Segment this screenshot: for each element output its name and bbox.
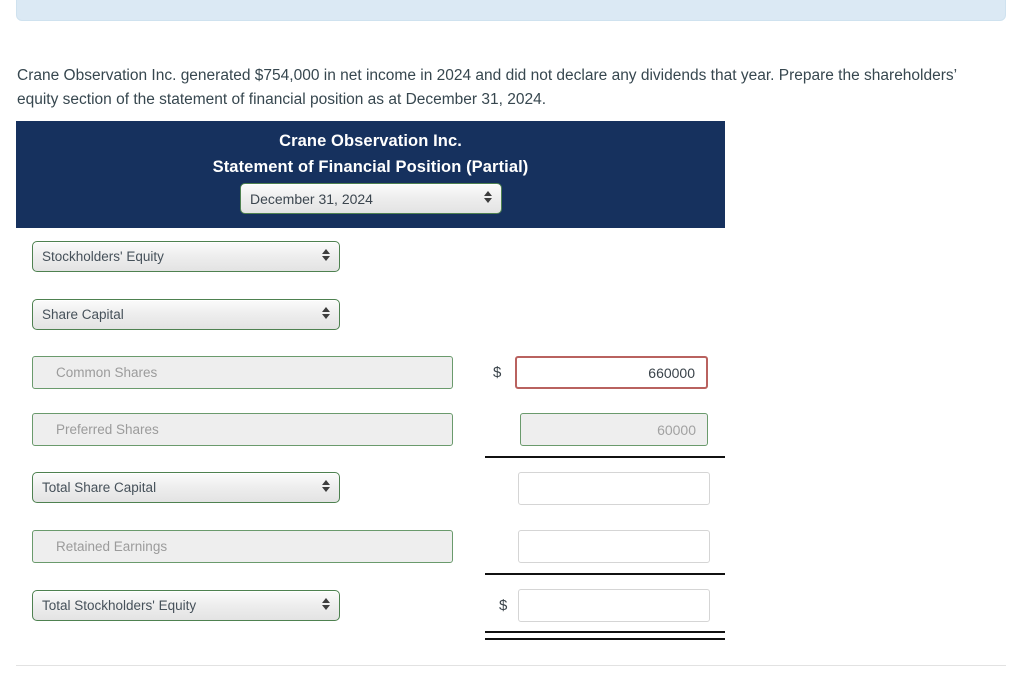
value-input-total-stockholders-equity[interactable] <box>518 589 710 622</box>
row-account-common-shares: Common Shares <box>32 356 453 389</box>
spinner-arrows-icon <box>321 306 330 323</box>
value-input-retained-earnings[interactable] <box>518 530 710 563</box>
question-prompt: Crane Observation Inc. generated $754,00… <box>17 66 957 108</box>
row-account-label: Common Shares <box>56 365 158 380</box>
section-divider <box>16 665 1006 666</box>
grand-total-double-rule <box>485 631 725 640</box>
currency-symbol: $ <box>493 364 502 381</box>
spinner-arrows-icon <box>321 479 330 496</box>
row-select-label: Share Capital <box>42 307 124 322</box>
statement-header-banner: Crane Observation Inc. Statement of Fina… <box>16 121 725 228</box>
row-select-label: Total Stockholders' Equity <box>42 598 197 613</box>
row-select-label: Total Share Capital <box>42 480 157 495</box>
value-input-text: 660000 <box>648 364 695 381</box>
statement-date-select-value: December 31, 2024 <box>250 190 373 207</box>
row-select-share-capital[interactable]: Share Capital <box>32 299 340 330</box>
row-account-label: Retained Earnings <box>56 539 168 554</box>
statement-date-select[interactable]: December 31, 2024 <box>240 183 502 214</box>
subtotal-rule-share-capital <box>485 456 725 458</box>
row-account-label: Preferred Shares <box>56 422 159 437</box>
report-title: Statement of Financial Position (Partial… <box>212 158 529 176</box>
row-account-preferred-shares: Preferred Shares <box>32 413 453 446</box>
value-input-common-shares[interactable]: 660000 <box>515 356 708 389</box>
value-input-preferred-shares: 60000 <box>520 413 708 446</box>
value-input-text: 60000 <box>657 421 696 438</box>
spinner-arrows-icon <box>321 597 330 614</box>
row-account-retained-earnings: Retained Earnings <box>32 530 453 563</box>
feedback-banner: Your answer is partially correct. <box>16 0 1006 21</box>
subtotal-rule-total-equity <box>485 573 725 575</box>
company-name: Crane Observation Inc. <box>279 132 462 150</box>
row-select-total-share-capital[interactable]: Total Share Capital <box>32 472 340 503</box>
row-select-total-stockholders-equity[interactable]: Total Stockholders' Equity <box>32 590 340 621</box>
row-select-label: Stockholders' Equity <box>42 249 164 264</box>
value-input-total-share-capital[interactable] <box>518 472 710 505</box>
row-select-stockholders-equity[interactable]: Stockholders' Equity <box>32 241 340 272</box>
spinner-arrows-icon <box>321 248 330 265</box>
spinner-arrows-icon <box>483 190 492 207</box>
currency-symbol: $ <box>499 597 508 614</box>
